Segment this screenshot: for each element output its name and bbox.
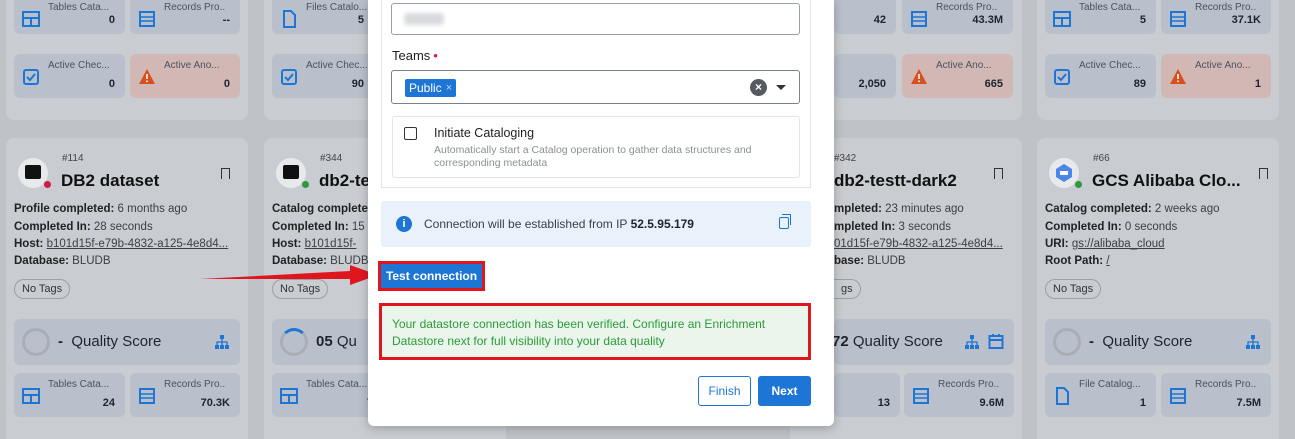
status-dot [301, 180, 310, 189]
warning-icon [139, 69, 155, 84]
teams-select[interactable]: Public × × [391, 70, 800, 104]
info-icon: i [396, 216, 412, 232]
stat-tile: 2,050 [834, 54, 896, 98]
ip-address: 52.5.95.179 [630, 217, 694, 231]
redacted-value [404, 13, 444, 25]
datastore-title[interactable]: DB2 dataset [61, 171, 159, 191]
stat-tile: Records Pro... 43.3M [902, 0, 1013, 34]
stat-tile: Active Chec... 90 [272, 54, 374, 98]
clear-icon[interactable]: × [750, 79, 767, 96]
initiate-cataloging-option: Initiate Cataloging Automatically start … [392, 116, 800, 178]
stat-tile: File Catalog... 1 [1045, 373, 1156, 417]
hierarchy-icon[interactable] [1245, 334, 1261, 350]
records-icon [139, 11, 155, 27]
stat-tile: Records Pro... 70.3K [130, 373, 240, 417]
warning-icon [911, 69, 927, 84]
hierarchy-icon[interactable] [964, 334, 980, 350]
hierarchy-icon[interactable] [214, 334, 230, 350]
initiate-cataloging-description: Automatically start a Catalog operation … [434, 144, 752, 169]
required-marker: • [433, 48, 438, 63]
tag-badge: No Tags [14, 279, 71, 299]
stat-tile: Records Pro... 7.5M [1161, 373, 1271, 417]
stat-tile: Records Pro... -- [130, 0, 240, 34]
stat-tile: Files Catalo... 5 [272, 0, 374, 34]
stat-tile: Tables Cata... 5 [1045, 0, 1156, 34]
records-icon [913, 388, 929, 404]
datastore-title[interactable]: GCS Alibaba Clo... [1092, 171, 1241, 191]
tag-badge: gs [834, 279, 861, 299]
table-icon [22, 11, 40, 27]
stat-tile: Active Ano... 0 [130, 54, 240, 98]
text-field[interactable] [391, 3, 800, 35]
stat-tile: Active Chec... 89 [1045, 54, 1156, 98]
table-icon [280, 388, 298, 404]
table-icon [1053, 11, 1071, 27]
datastore-card-top-4: Tables Cata... 5 Records Pro... 37.1K Ac… [1037, 0, 1279, 120]
copy-icon[interactable] [779, 214, 791, 229]
records-icon [1170, 11, 1186, 27]
stat-tile: 42 [834, 0, 896, 34]
ip-info-banner: i Connection will be established from IP… [381, 201, 811, 247]
initiate-cataloging-label: Initiate Cataloging [434, 126, 535, 140]
stat-tile: Tables Cata... 24 [14, 373, 125, 417]
quality-score: - Quality Score [14, 319, 240, 365]
calendar-icon[interactable] [988, 333, 1004, 349]
stat-tile: Active Chec... 0 [14, 54, 125, 98]
initiate-cataloging-checkbox[interactable] [404, 127, 417, 140]
bookmark-icon[interactable] [994, 168, 1003, 179]
annotation-arrow-icon [200, 265, 378, 285]
datastore-title[interactable]: db2-testt-dark2 [834, 171, 957, 191]
finish-button[interactable]: Finish [698, 376, 751, 406]
quality-score: - Quality Score [1045, 319, 1271, 365]
teams-label: Teams • [392, 48, 438, 63]
file-icon [283, 10, 296, 28]
success-message: Your datastore connection has been verif… [379, 303, 811, 360]
warning-icon [1170, 69, 1186, 84]
stat-tile: 13 [834, 373, 900, 417]
check-icon [1054, 69, 1070, 85]
stat-tile: Tables Cata... 0 [14, 0, 125, 34]
records-icon [1170, 388, 1186, 404]
file-icon [1056, 387, 1069, 405]
team-chip: Public × [405, 79, 457, 97]
next-button[interactable]: Next [758, 376, 811, 406]
records-icon [139, 388, 155, 404]
records-icon [911, 11, 927, 27]
datastore-card[interactable]: #66 GCS Alibaba Clo... Catalog completed… [1037, 138, 1279, 439]
tag-badge: No Tags [1045, 279, 1102, 299]
quality-score: 72 Quality Score [832, 319, 1014, 365]
stat-tile: Records Pro... 9.6M [904, 373, 1014, 417]
stat-tile: Active Ano... 1 [1161, 54, 1271, 98]
test-connection-button[interactable]: Test connection [378, 261, 485, 291]
check-icon [281, 69, 297, 85]
quality-ring [1053, 328, 1081, 356]
quality-ring [280, 328, 308, 356]
stat-tile: Records Pro... 37.1K [1161, 0, 1271, 34]
chip-remove-icon[interactable]: × [446, 82, 452, 94]
add-datastore-modal: Teams • Public × × Initiate Cataloging Au… [368, 0, 834, 426]
datastore-title[interactable]: db2-te [319, 171, 370, 191]
quality-ring [22, 328, 50, 356]
datastore-card-top-3: 42 Records Pro... 43.3M 2,050 Active Ano… [830, 0, 1022, 120]
datastore-card-top-1: Tables Cata... 0 Records Pro... -- Activ… [6, 0, 248, 120]
bookmark-icon[interactable] [221, 168, 230, 179]
stat-tile: Active Ano... 665 [902, 54, 1013, 98]
datastore-card-top-2: Files Catalo... 5 Active Chec... 90 [264, 0, 374, 120]
status-dot [43, 180, 52, 189]
status-dot [1074, 180, 1083, 189]
chevron-down-icon[interactable] [776, 85, 786, 90]
check-icon [23, 69, 39, 85]
stat-tile: Tables Cata... 7 [272, 373, 383, 417]
table-icon [22, 388, 40, 404]
bookmark-icon[interactable] [1259, 168, 1268, 179]
